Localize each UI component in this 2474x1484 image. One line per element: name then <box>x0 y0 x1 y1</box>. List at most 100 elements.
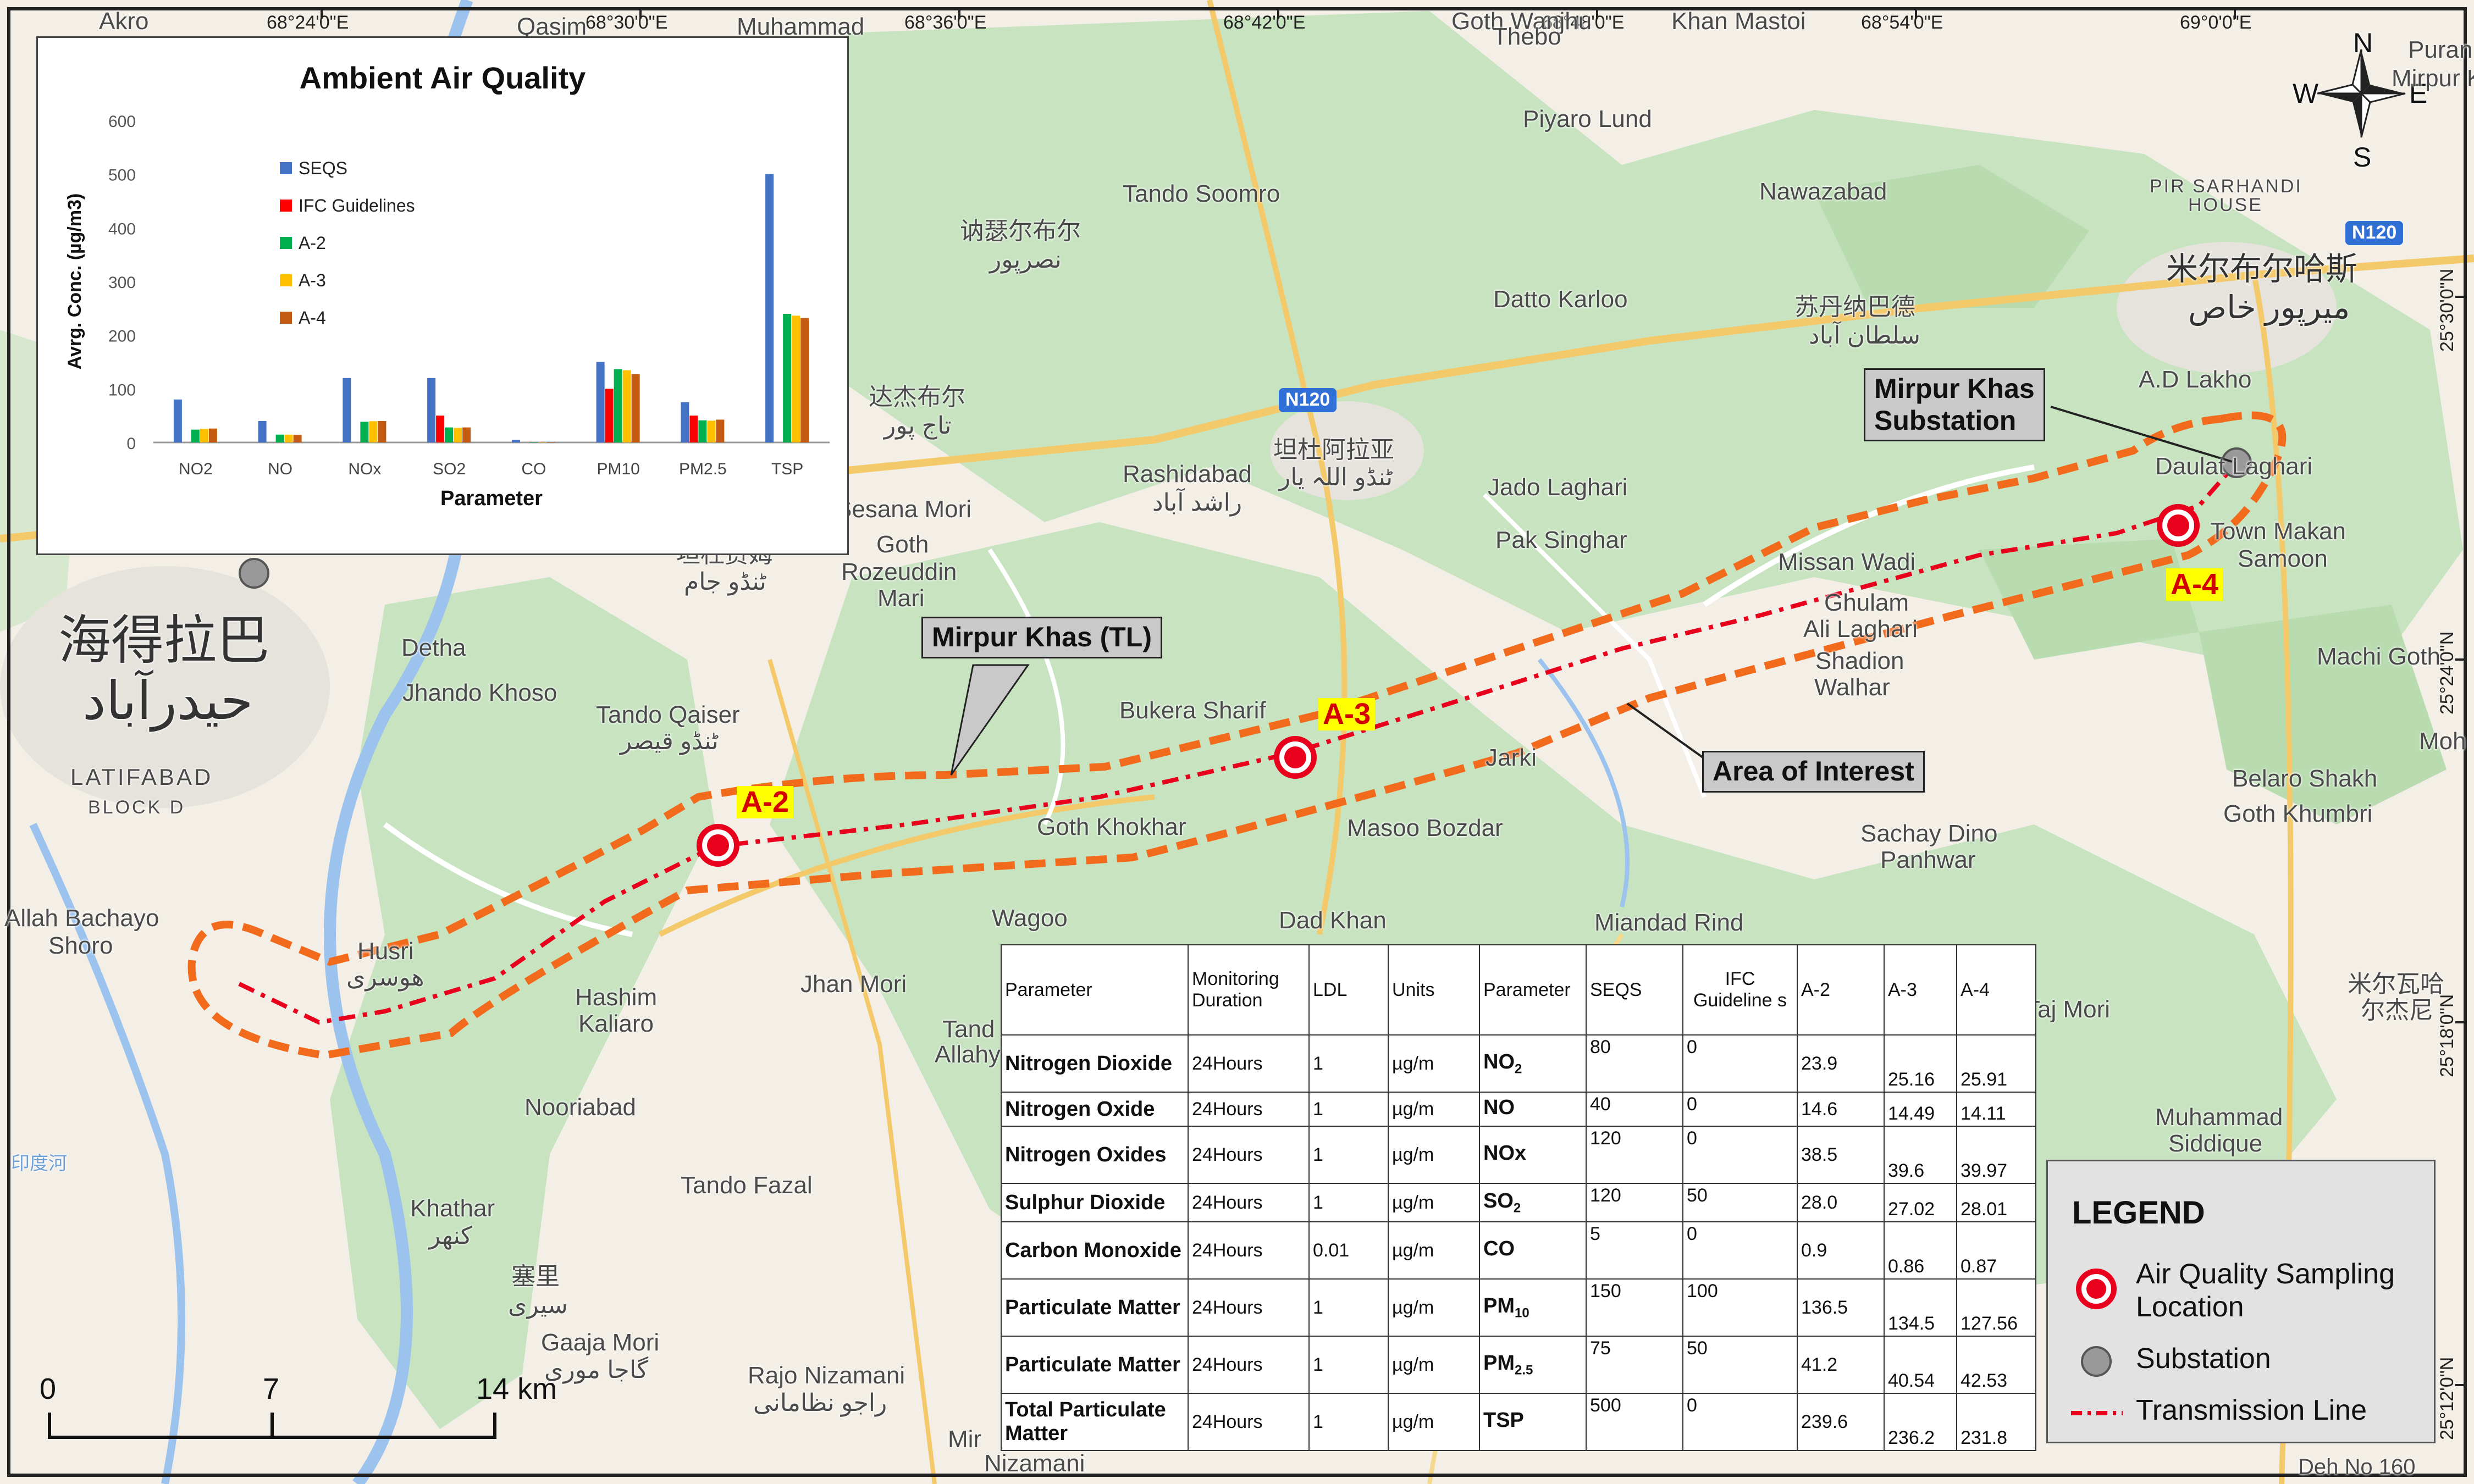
bar-a-2-pm25 <box>698 420 707 442</box>
cell-a3: 236.2 <box>1884 1393 1957 1451</box>
cell-parameter: Nitrogen Oxide <box>1001 1092 1189 1127</box>
place-tando-allahyar-cn: 坦杜阿拉亚 <box>1273 436 1394 463</box>
place-akro: Akro <box>99 8 149 35</box>
cell-a2: 38.5 <box>1797 1126 1885 1184</box>
place-tando-jam-ur: ٹنڈو جام <box>684 568 766 595</box>
coord-right-3: 25°18'0"N <box>2437 994 2458 1077</box>
table-header-row: Parameter Monitoring Duration LDL Units … <box>1001 944 2036 1036</box>
bar-a-2-no <box>275 434 284 442</box>
bar-seqs-so2 <box>427 378 436 442</box>
cell-symbol-text: TSP <box>1483 1408 1524 1432</box>
place-samoon: Samoon <box>2238 545 2328 572</box>
bar-a-3-pm25 <box>707 420 716 442</box>
place-daulat-laghari: Daulat Laghari <box>2155 453 2313 480</box>
bar-a-3-no2 <box>200 429 208 442</box>
th-a2: A-2 <box>1797 944 1885 1036</box>
y-tick-label: 300 <box>108 274 136 292</box>
coord-top-6: 68°54'0"E <box>1861 12 1943 33</box>
place-shoro: Shoro <box>48 932 113 959</box>
aoi-callout: Area of Interest <box>1702 751 1925 793</box>
cell-duration: 24Hours <box>1188 1092 1310 1127</box>
cell-a2: 41.2 <box>1797 1336 1885 1394</box>
place-jhan-mori: Jhan Mori <box>800 971 907 998</box>
cell-ifc: 0 <box>1682 1393 1798 1451</box>
road-n120-east: N120 <box>2345 221 2404 245</box>
cell-ifc: 0 <box>1682 1126 1798 1184</box>
chart-legend-label: A-3 <box>299 270 326 290</box>
substation-hyderabad-marker[interactable] <box>239 558 269 589</box>
cell-symbol-subscript: 10 <box>1515 1305 1529 1321</box>
cell-a3: 25.16 <box>1884 1034 1957 1093</box>
cell-duration: 24Hours <box>1188 1336 1310 1394</box>
place-rajo-nizamani-ur: راجو نظامانی <box>753 1389 887 1416</box>
cell-a2: 136.5 <box>1797 1278 1885 1337</box>
chart-legend-swatch <box>280 312 292 324</box>
place-allah-bachayo: Allah Bachayo <box>4 905 159 932</box>
bar-a-2-tsp <box>783 313 792 442</box>
tl-callout: Mirpur Khas (TL) <box>921 617 1162 658</box>
sampling-point-a2[interactable] <box>697 824 739 867</box>
y-tick-label: 100 <box>108 381 136 399</box>
place-jarki: Jarki <box>1485 744 1537 771</box>
place-gaaja-mori-ur: گاجا موری <box>544 1356 649 1383</box>
place-goth: Goth <box>876 531 929 558</box>
bar-a-4-pm10 <box>631 374 640 442</box>
cell-a3: 39.6 <box>1884 1126 1957 1184</box>
cell-a2: 28.0 <box>1797 1183 1885 1222</box>
cell-units: µg/m <box>1388 1278 1480 1337</box>
cell-a2: 0.9 <box>1797 1221 1885 1280</box>
sampling-label-a3: A-3 <box>1318 697 1376 731</box>
x-tick-label: SO2 <box>433 460 466 478</box>
place-block-d: BLOCK D <box>88 797 186 818</box>
bar-a-3-tsp <box>792 315 800 442</box>
place-taj-mori: Taj Mori <box>2025 996 2111 1023</box>
table-row: Nitrogen Oxide 24Hours 1 µg/m NO 40 0 14.6 14.49… <box>1001 1092 2036 1127</box>
place-goth-khokhar: Goth Khokhar <box>1037 813 1186 840</box>
y-tick-label: 500 <box>108 167 136 185</box>
place-dad-khan: Dad Khan <box>1279 907 1387 934</box>
place-detha: Detha <box>401 634 466 661</box>
west-label: W <box>2293 78 2319 109</box>
place-missan-wadi: Missan Wadi <box>1778 549 1916 575</box>
place-kaliaro: Kaliaro <box>578 1010 654 1037</box>
chart-legend-label: IFC Guidelines <box>299 196 415 215</box>
place-house: HOUSE <box>2188 195 2263 215</box>
x-tick-label: CO <box>521 460 546 478</box>
cell-a4: 25.91 <box>1956 1034 2036 1093</box>
cell-a2: 23.9 <box>1797 1034 1885 1093</box>
place-rashidabad-ur: راشد آباد <box>1152 489 1242 516</box>
map-legend: LEGEND Air Quality Sampling Location Sub… <box>2046 1160 2436 1443</box>
legend-label-transmission: Transmission Line <box>2136 1394 2367 1426</box>
place-muhammad-siddique: Muhammad <box>2155 1104 2283 1131</box>
cell-a2: 14.6 <box>1797 1092 1885 1127</box>
place-husri-ur: ھوسری <box>346 964 424 991</box>
place-sultanabad-ur: سلطان آباد <box>1809 322 1920 349</box>
cell-ldl: 1 <box>1308 1092 1389 1127</box>
sampling-point-a3[interactable] <box>1274 736 1317 779</box>
place-allahy: Allahy <box>935 1041 1001 1068</box>
cell-symbol: NO2 <box>1479 1034 1587 1093</box>
cell-a4: 42.53 <box>1956 1336 2036 1394</box>
air-quality-chart: Ambient Air Quality 0 100 200 300 400 500 600 Av… <box>64 60 830 510</box>
cell-symbol-text: PM <box>1483 1294 1515 1317</box>
place-pir-sarhandi: PIR SARHANDI <box>2150 176 2302 197</box>
bar-ifc-guidelines-pm25 <box>689 416 698 442</box>
cell-symbol-subscript: 2 <box>1515 1061 1522 1077</box>
cell-duration: 24Hours <box>1188 1393 1310 1451</box>
cell-a3: 27.02 <box>1884 1183 1957 1222</box>
table-row: Carbon Monoxide 24Hours 0.01 µg/m CO 5 0 0.9 0.8… <box>1001 1221 2036 1280</box>
place-mirpur-k: Mirpur Kh <box>2392 65 2474 92</box>
cell-parameter: Nitrogen Dioxide <box>1001 1034 1189 1093</box>
bar-seqs-no2 <box>173 399 182 442</box>
sampling-point-a4[interactable] <box>2157 504 2200 547</box>
place-mirpurkhas-ur: میرپور خاص <box>2188 290 2350 325</box>
scale-label-7: 7 <box>263 1372 280 1405</box>
cell-seqs: 120 <box>1586 1126 1683 1184</box>
cell-symbol: SO2 <box>1479 1183 1587 1222</box>
cell-ldl: 1 <box>1308 1034 1389 1093</box>
place-tajpur-ur: تاج پور <box>884 412 952 439</box>
place-nasirpur-cn: 讷瑟尔布尔 <box>960 218 1081 245</box>
place-mir: Mir <box>948 1426 982 1453</box>
cell-seqs: 80 <box>1586 1034 1683 1093</box>
chart-title: Ambient Air Quality <box>300 60 586 95</box>
